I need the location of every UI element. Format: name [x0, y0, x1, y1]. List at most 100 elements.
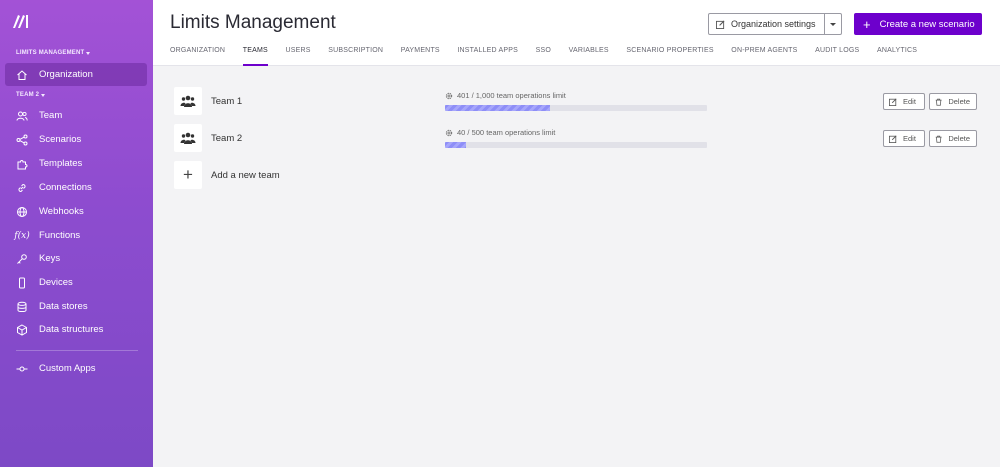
tab-variables[interactable]: VARIABLES [569, 47, 609, 66]
sidebar-item-devices[interactable]: Devices [5, 271, 147, 294]
team-section-header[interactable]: TEAM 2 [16, 92, 46, 98]
delete-label: Delete [948, 134, 970, 143]
create-scenario-label: Create a new scenario [879, 18, 975, 30]
tab-subscription[interactable]: SUBSCRIPTION [328, 47, 383, 66]
team-operations-limit-text: 40 / 500 team operations limit [457, 128, 556, 137]
sidebar-item-label: Data structures [39, 324, 104, 335]
commit-icon [16, 363, 28, 375]
delete-team-button[interactable]: Delete [929, 130, 977, 147]
sidebar-item-label: Scenarios [39, 134, 82, 145]
sidebar-item-scenarios[interactable]: Scenarios [5, 128, 147, 151]
sidebar-item-data-stores[interactable]: Data stores [5, 295, 147, 318]
cube-icon [16, 323, 28, 336]
team-operations-limit-text: 401 / 1,000 team operations limit [457, 91, 566, 100]
tab-teams[interactable]: TEAMS [242, 47, 268, 66]
edit-icon [889, 134, 897, 143]
home-icon [16, 69, 28, 81]
organization-settings-dropdown[interactable] [825, 14, 841, 34]
create-scenario-button[interactable]: + Create a new scenario [854, 13, 982, 35]
sidebar-item-data-structures[interactable]: Data structures [5, 318, 147, 341]
operations-progress-fill [445, 142, 466, 148]
team-row: Team 1 401 / 1,000 team operations limit… [174, 87, 979, 115]
sidebar: LIMITS MANAGEMENT Organization TEAM 2 Te… [0, 0, 153, 467]
team-operations-limit: 401 / 1,000 team operations limit [445, 91, 566, 100]
org-section-header[interactable]: LIMITS MANAGEMENT [16, 50, 91, 56]
caret-down-icon [829, 22, 836, 26]
add-team-label[interactable]: Add a new team [211, 170, 280, 181]
sidebar-item-custom-apps[interactable]: Custom Apps [5, 357, 147, 380]
sidebar-item-functions[interactable]: f(x) Functions [5, 224, 147, 247]
organization-settings-label: Organization settings [731, 19, 816, 29]
function-icon: f(x) [14, 230, 30, 241]
sidebar-item-label: Devices [39, 277, 73, 288]
trash-icon [935, 98, 942, 106]
key-icon [16, 253, 28, 265]
team-avatar [174, 87, 202, 115]
sidebar-item-connections[interactable]: Connections [5, 176, 147, 199]
edit-team-button[interactable]: Edit [883, 130, 925, 147]
operations-progress-bar [445, 105, 707, 111]
sidebar-item-organization[interactable]: Organization [5, 63, 147, 86]
team-name[interactable]: Team 1 [211, 96, 242, 107]
sidebar-item-label: Team [39, 110, 63, 121]
delete-team-button[interactable]: Delete [929, 93, 977, 110]
edit-label: Edit [903, 134, 916, 143]
tab-installed-apps[interactable]: INSTALLED APPS [457, 47, 518, 66]
sidebar-item-keys[interactable]: Keys [5, 247, 147, 270]
share-nodes-icon [16, 134, 28, 146]
team-row: Team 2 40 / 500 team operations limit Ed… [174, 124, 979, 152]
tab-analytics[interactable]: ANALYTICS [877, 47, 917, 66]
sidebar-divider [16, 350, 138, 351]
database-icon [16, 301, 28, 313]
tab-sso[interactable]: SSO [536, 47, 551, 66]
sidebar-item-label: Functions [39, 230, 81, 241]
gear-icon [445, 92, 453, 99]
tab-users[interactable]: USERS [285, 47, 310, 66]
tab-organization[interactable]: ORGANIZATION [170, 47, 225, 66]
sidebar-item-label: Custom Apps [39, 363, 96, 374]
edit-icon [889, 97, 897, 106]
tab-payments[interactable]: PAYMENTS [401, 47, 440, 66]
tab-on-prem-agents[interactable]: ON-PREM AGENTS [731, 47, 797, 66]
team-avatar [174, 124, 202, 152]
mobile-icon [16, 277, 28, 289]
caret-down-icon [41, 93, 46, 97]
sidebar-item-webhooks[interactable]: Webhooks [5, 200, 147, 223]
team-section-label: TEAM 2 [16, 92, 40, 98]
tab-scenario-properties[interactable]: SCENARIO PROPERTIES [626, 47, 713, 66]
page-title: Limits Management [170, 12, 336, 33]
gear-icon [445, 129, 453, 136]
globe-icon [16, 206, 28, 218]
page-header: Limits Management Organization settings … [153, 0, 1000, 66]
make-logo-icon[interactable] [12, 13, 32, 29]
users-icon [16, 110, 28, 122]
delete-label: Delete [948, 97, 970, 106]
organization-settings-split-button: Organization settings [708, 13, 842, 35]
operations-progress-bar [445, 142, 707, 148]
caret-down-icon [86, 51, 91, 55]
edit-team-button[interactable]: Edit [883, 93, 925, 110]
edit-label: Edit [903, 97, 916, 106]
edit-icon [716, 20, 725, 29]
organization-settings-button[interactable]: Organization settings [709, 14, 825, 34]
link-icon [16, 182, 28, 194]
org-section-label: LIMITS MANAGEMENT [16, 50, 85, 56]
sidebar-item-team[interactable]: Team [5, 104, 147, 127]
plus-icon[interactable]: + [174, 161, 202, 189]
sidebar-item-label: Keys [39, 253, 61, 264]
sidebar-item-templates[interactable]: Templates [5, 152, 147, 175]
sidebar-item-label: Webhooks [39, 206, 84, 217]
team-operations-limit: 40 / 500 team operations limit [445, 128, 555, 137]
team-name[interactable]: Team 2 [211, 133, 242, 144]
sidebar-item-label: Data stores [39, 301, 88, 312]
tab-bar: ORGANIZATION TEAMS USERS SUBSCRIPTION PA… [170, 47, 935, 66]
team-group-icon [180, 132, 196, 144]
puzzle-icon [16, 158, 28, 170]
operations-progress-fill [445, 105, 551, 111]
sidebar-item-label: Connections [39, 182, 92, 193]
tab-audit-logs[interactable]: AUDIT LOGS [815, 47, 859, 66]
sidebar-item-label: Templates [39, 158, 83, 169]
trash-icon [935, 135, 942, 143]
sidebar-item-label: Organization [39, 69, 93, 80]
plus-icon: + [863, 16, 871, 32]
